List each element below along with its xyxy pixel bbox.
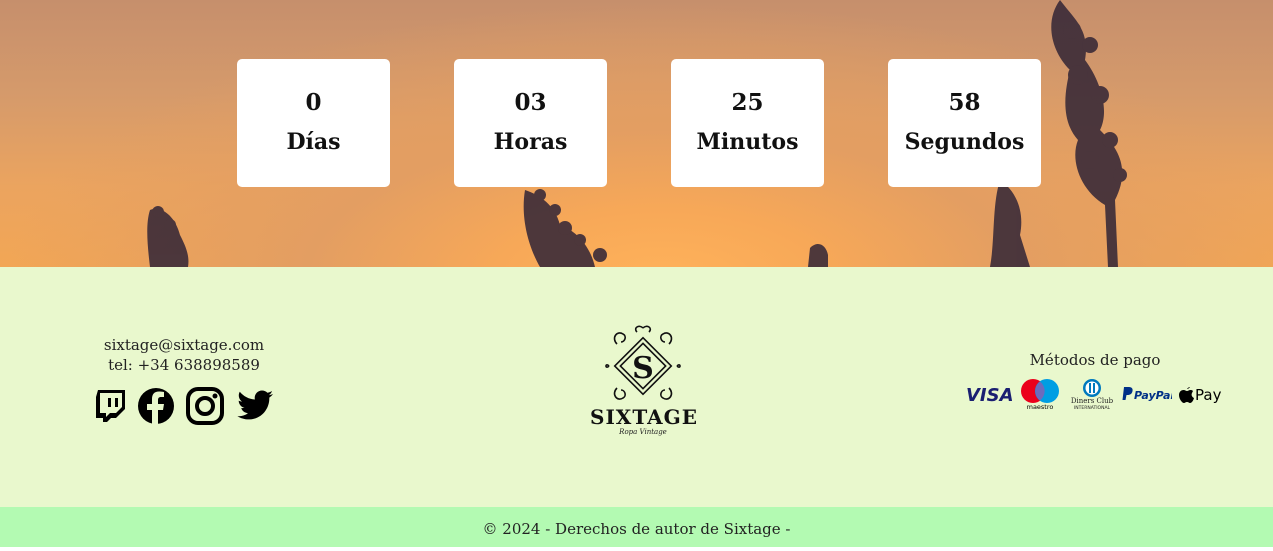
- svg-text:maestro: maestro: [1027, 403, 1054, 410]
- countdown-days: 0 Días: [237, 59, 390, 187]
- svg-text:Diners Club: Diners Club: [1071, 397, 1114, 405]
- svg-text:INTERNATIONAL: INTERNATIONAL: [1074, 405, 1111, 410]
- svg-text:PayPal: PayPal: [1134, 389, 1172, 402]
- brand-name: SIXTAGE: [590, 405, 698, 429]
- svg-text:VISA: VISA: [966, 385, 1012, 404]
- countdown-label: Segundos: [904, 129, 1025, 155]
- countdown-value: 58: [948, 89, 981, 116]
- payment-methods: Métodos de pago VISA maestro Diners Club…: [966, 351, 1224, 410]
- countdown-minutes: 25 Minutos: [671, 59, 824, 187]
- countdown: 0 Días 03 Horas 25 Minutos 58 Segundos: [237, 59, 1041, 187]
- countdown-value: 25: [731, 89, 764, 116]
- twitch-icon[interactable]: [95, 389, 127, 423]
- svg-text:Pay: Pay: [1195, 386, 1222, 404]
- copyright-bar: © 2024 - Derechos de autor de Sixtage -: [0, 507, 1273, 547]
- contact-info: sixtage@sixtage.com tel: +34 638898589: [84, 335, 284, 375]
- payment-title: Métodos de pago: [1029, 351, 1161, 369]
- paypal-logo-icon: PayPal: [1122, 387, 1172, 402]
- copyright-text: © 2024 - Derechos de autor de Sixtage -: [482, 520, 791, 538]
- brand-tagline: Ropa Vintage: [619, 428, 667, 436]
- maestro-logo-icon: maestro: [1021, 379, 1059, 410]
- contact-phone[interactable]: tel: +34 638898589: [84, 355, 284, 375]
- countdown-value: 0: [305, 89, 322, 116]
- logo-emblem-icon: S: [605, 325, 681, 400]
- visa-logo-icon: VISA: [966, 385, 1012, 404]
- svg-text:S: S: [632, 351, 654, 386]
- social-links: [95, 386, 274, 426]
- payment-logos: VISA maestro Diners Club INTERNATIONAL P…: [966, 378, 1224, 410]
- contact-email[interactable]: sixtage@sixtage.com: [84, 335, 284, 355]
- instagram-icon[interactable]: [185, 386, 225, 426]
- footer: sixtage@sixtage.com tel: +34 638898589 S…: [0, 267, 1273, 507]
- brand-logo[interactable]: S SIXTAGE Ropa Vintage: [590, 324, 698, 437]
- diners-club-logo-icon: Diners Club INTERNATIONAL: [1071, 379, 1114, 410]
- apple-pay-logo-icon: Pay: [1179, 386, 1222, 404]
- twitter-icon[interactable]: [236, 390, 274, 422]
- countdown-label: Horas: [493, 129, 568, 155]
- countdown-seconds: 58 Segundos: [888, 59, 1041, 187]
- countdown-label: Días: [286, 129, 341, 155]
- countdown-hours: 03 Horas: [454, 59, 607, 187]
- countdown-label: Minutos: [696, 129, 799, 155]
- countdown-value: 03: [514, 89, 547, 116]
- hero-banner: 0 Días 03 Horas 25 Minutos 58 Segundos: [0, 0, 1273, 267]
- facebook-icon[interactable]: [138, 388, 174, 424]
